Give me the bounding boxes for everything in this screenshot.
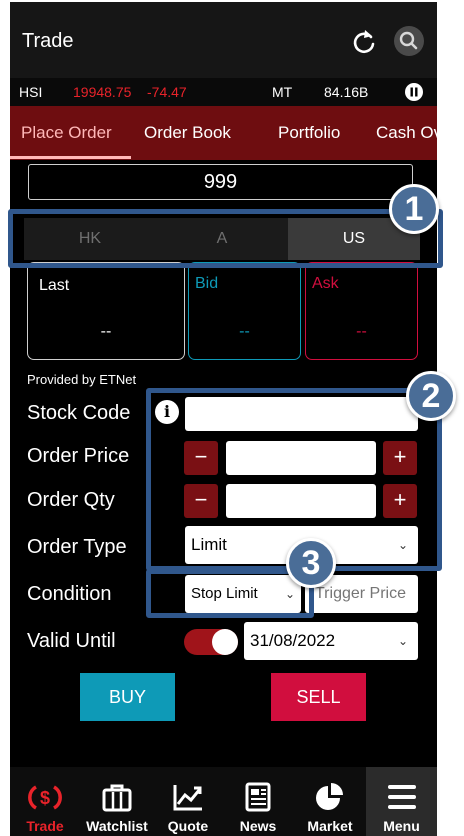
nav-item-trade[interactable]: $ Trade [10,767,80,836]
nav-item-market[interactable]: Market [294,767,366,836]
line-chart-icon [173,785,202,811]
ticker-change: -74.47 [147,84,187,100]
tab-place-order[interactable]: Place Order [21,123,112,143]
search-button[interactable] [394,26,424,56]
ask-price-card: Ask -- [305,262,418,360]
search-icon [399,31,418,50]
trade-tabs: Place Order Order Book Portfolio Cash Ov [10,106,437,160]
valid-until-value: 31/08/2022 [250,631,336,650]
tab-portfolio[interactable]: Portfolio [278,123,340,143]
ticker-index: HSI [19,84,43,100]
ask-value: -- [356,323,367,340]
refresh-icon[interactable] [351,26,377,56]
order-price-label: Order Price [27,445,130,467]
newspaper-icon [245,782,271,812]
condition-label: Condition [27,583,112,605]
chevron-down-icon: ⌄ [397,634,408,648]
app-header: Trade [10,2,437,78]
callout-box-condition [146,569,314,618]
nav-item-quote[interactable]: Quote [154,767,222,836]
order-qty-label: Order Qty [27,489,115,511]
sell-button[interactable]: SELL [271,673,366,721]
svg-text:$: $ [40,788,50,808]
index-ticker: HSI 19948.75 -74.47 MT 84.16B [10,78,437,106]
last-price-card: Last -- [27,262,185,360]
callout-box-market-selector [8,209,443,268]
last-value: -- [100,323,112,340]
nav-label-quote: Quote [167,818,209,834]
dollar-refresh-icon: $ [28,785,62,810]
pie-chart-icon [316,783,343,810]
toggle-knob [212,629,238,655]
buy-button[interactable]: BUY [80,673,175,721]
pause-icon[interactable] [404,82,424,102]
tab-cash-overview[interactable]: Cash Ov [376,123,437,143]
hamburger-icon [387,785,416,809]
valid-until-date-select[interactable]: 31/08/2022 ⌄ [244,622,418,660]
data-provider-note: Provided by ETNet [27,372,137,387]
briefcase-icon [102,784,132,812]
ask-label: Ask [312,275,339,292]
order-type-label: Order Type [27,536,127,558]
tab-order-book[interactable]: Order Book [144,123,231,143]
ticker-price: 19948.75 [73,84,132,100]
valid-until-toggle[interactable] [184,629,238,655]
bid-price-card: Bid -- [188,262,301,360]
stock-code-label: Stock Code [27,402,131,424]
valid-until-label: Valid Until [27,630,116,652]
nav-label-watchlist: Watchlist [86,818,148,834]
page-title: Trade [22,30,74,52]
last-label: Last [39,277,70,294]
bid-value: -- [239,323,250,340]
ticker-turnover-label: MT [272,84,293,100]
callout-badge-3: 3 [286,538,336,588]
nav-label-market: Market [307,818,353,834]
active-tab-indicator [10,156,131,159]
stock-search-input[interactable] [28,164,413,200]
nav-label-trade: Trade [26,818,64,834]
nav-label-menu: Menu [383,818,420,834]
nav-label-news: News [239,818,277,834]
nav-item-menu[interactable]: Menu [366,767,437,836]
ticker-turnover: 84.16B [324,84,369,100]
nav-item-news[interactable]: News [222,767,294,836]
nav-item-watchlist[interactable]: Watchlist [80,767,154,836]
bid-label: Bid [195,275,219,292]
callout-badge-2: 2 [406,371,456,421]
callout-badge-1: 1 [389,184,439,234]
bottom-navigation: $ Trade Watchlist Quote News Market Menu [10,767,437,836]
